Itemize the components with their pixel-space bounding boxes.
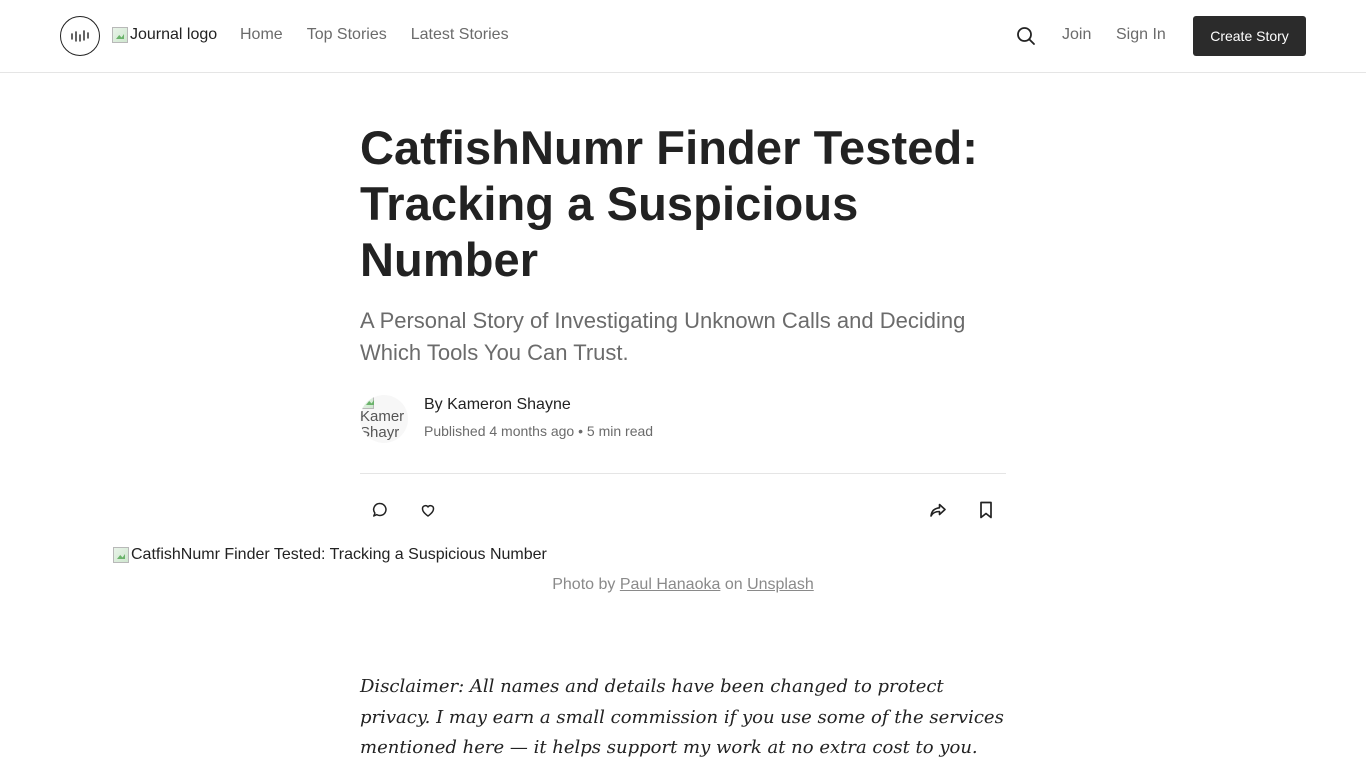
bookmark-button[interactable] — [974, 498, 998, 522]
hero-image: CatfishNumr Finder Tested: Tracking a Su… — [113, 546, 547, 564]
comment-button[interactable] — [368, 498, 392, 522]
meta-separator: • — [578, 423, 584, 439]
hero-image-alt: CatfishNumr Finder Tested: Tracking a Su… — [131, 546, 547, 563]
share-icon — [930, 503, 946, 517]
article-subtitle: A Personal Story of Investigating Unknow… — [360, 308, 966, 365]
journal-logo[interactable]: Journal logo — [112, 26, 217, 44]
caption-mid: on — [724, 576, 743, 593]
main-nav: Home Top Stories Latest Stories — [240, 26, 509, 44]
broken-image-icon — [113, 547, 129, 563]
bookmark-icon — [980, 501, 992, 519]
create-story-button[interactable]: Create Story — [1193, 16, 1306, 56]
author-avatar[interactable]: Kamer Shayr — [360, 395, 408, 443]
like-button[interactable] — [416, 498, 440, 522]
journal-logo-alt: Journal logo — [130, 26, 218, 43]
article-title: CatfishNumr Finder Tested: Tracking a Su… — [360, 121, 979, 286]
broken-image-icon — [112, 27, 128, 43]
share-button[interactable] — [926, 498, 950, 522]
avatar-alt-text-2: Shayr — [360, 424, 400, 441]
join-link[interactable]: Join — [1062, 26, 1091, 44]
author-byline[interactable]: By Kameron Shayne — [424, 396, 571, 414]
unsplash-link[interactable]: Unsplash — [747, 576, 814, 593]
avatar-alt-text: Kamer — [360, 408, 405, 425]
read-time: 5 min read — [586, 423, 654, 439]
search-icon — [1017, 27, 1035, 45]
published-time: Published 4 months ago — [424, 423, 575, 439]
search-button[interactable] — [1014, 24, 1038, 48]
nav-home[interactable]: Home — [240, 26, 283, 44]
photographer-link[interactable]: Paul Hanaoka — [620, 576, 721, 593]
divider — [360, 473, 1006, 474]
nav-latest-stories[interactable]: Latest Stories — [411, 26, 509, 44]
caption-prefix: Photo by — [552, 576, 616, 593]
sign-in-link[interactable]: Sign In — [1116, 26, 1166, 44]
heart-icon — [421, 504, 435, 517]
waveform-icon — [71, 30, 89, 42]
photo-caption: Photo by Paul Hanaoka on Unsplash — [0, 576, 1366, 594]
article-meta: Published 4 months ago • 5 min read — [424, 423, 653, 439]
disclaimer-paragraph: Disclaimer: All names and details have b… — [360, 676, 1004, 758]
comment-icon — [372, 502, 387, 517]
site-header: Journal logo Home Top Stories Latest Sto… — [0, 0, 1366, 73]
brand-waveform-icon[interactable] — [60, 16, 100, 56]
nav-top-stories[interactable]: Top Stories — [307, 26, 387, 44]
